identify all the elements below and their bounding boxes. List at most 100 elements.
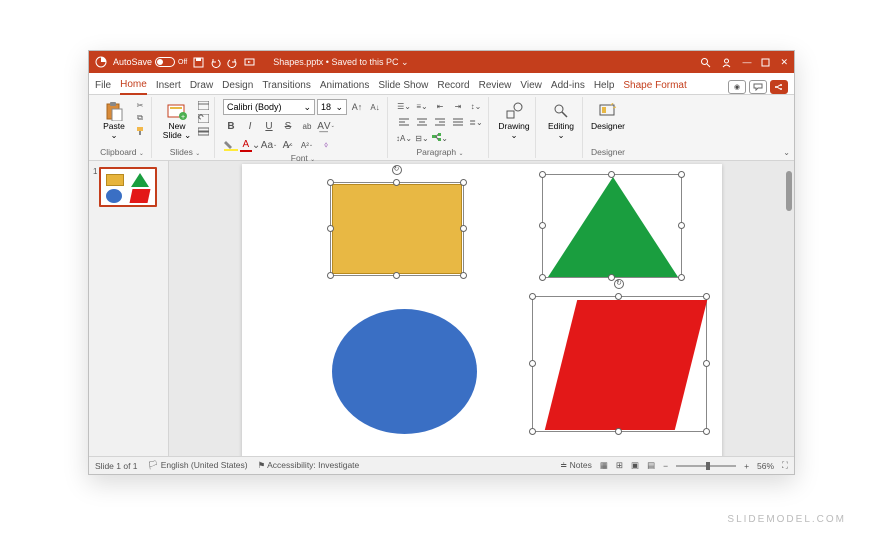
collapse-ribbon-icon[interactable]: ⌄ bbox=[783, 148, 790, 157]
slide[interactable] bbox=[242, 164, 722, 456]
selection-rectangle[interactable] bbox=[330, 182, 464, 276]
align-center-icon[interactable] bbox=[414, 115, 430, 129]
tab-animations[interactable]: Animations bbox=[320, 77, 369, 94]
selection-triangle[interactable] bbox=[542, 174, 682, 278]
resize-handle[interactable] bbox=[327, 225, 334, 232]
resize-handle[interactable] bbox=[460, 272, 467, 279]
tab-insert[interactable]: Insert bbox=[156, 77, 181, 94]
editing-button[interactable]: Editing⌄ bbox=[544, 99, 578, 141]
tab-slideshow[interactable]: Slide Show bbox=[378, 77, 428, 94]
save-icon[interactable] bbox=[193, 57, 204, 68]
resize-handle[interactable] bbox=[703, 360, 710, 367]
tab-shape-format[interactable]: Shape Format bbox=[623, 77, 686, 94]
resize-handle[interactable] bbox=[460, 225, 467, 232]
layout-icon[interactable] bbox=[196, 99, 210, 111]
grow-font-icon[interactable]: A↑ bbox=[349, 99, 365, 115]
designer-button[interactable]: Designer bbox=[591, 99, 625, 133]
notes-button[interactable]: ≐ Notes bbox=[560, 460, 592, 471]
resize-handle[interactable] bbox=[529, 293, 536, 300]
shape-triangle[interactable] bbox=[548, 177, 678, 277]
account-icon[interactable] bbox=[721, 57, 732, 68]
resize-handle[interactable] bbox=[539, 222, 546, 229]
resize-handle[interactable] bbox=[529, 428, 536, 435]
decrease-indent-icon[interactable]: ⇤ bbox=[432, 99, 448, 113]
highlight-icon[interactable] bbox=[223, 137, 239, 153]
copy-icon[interactable]: ⧉ bbox=[133, 112, 147, 124]
selection-parallelogram[interactable] bbox=[532, 296, 707, 432]
resize-handle[interactable] bbox=[327, 272, 334, 279]
slide-counter[interactable]: Slide 1 of 1 bbox=[95, 461, 138, 471]
tab-review[interactable]: Review bbox=[479, 77, 512, 94]
bold-icon[interactable]: B bbox=[223, 118, 239, 134]
paste-button[interactable]: Paste⌄ bbox=[97, 99, 131, 141]
zoom-out-icon[interactable]: − bbox=[663, 461, 668, 471]
drawing-button[interactable]: Drawing⌄ bbox=[497, 99, 531, 141]
tab-view[interactable]: View bbox=[520, 77, 542, 94]
accessibility-status[interactable]: ⚑ Accessibility: Investigate bbox=[258, 460, 360, 471]
resize-handle[interactable] bbox=[608, 274, 615, 281]
resize-handle[interactable] bbox=[539, 171, 546, 178]
resize-handle[interactable] bbox=[327, 179, 334, 186]
justify-icon[interactable] bbox=[450, 115, 466, 129]
tab-design[interactable]: Design bbox=[222, 77, 253, 94]
resize-handle[interactable] bbox=[539, 274, 546, 281]
reset-icon[interactable] bbox=[196, 112, 210, 124]
underline-icon[interactable]: U bbox=[261, 118, 277, 134]
smartart-icon[interactable]: ⌄ bbox=[432, 131, 448, 145]
slideshow-view-icon[interactable]: ▤ bbox=[647, 460, 655, 471]
resize-handle[interactable] bbox=[460, 179, 467, 186]
section-icon[interactable] bbox=[196, 125, 210, 137]
cut-icon[interactable]: ✂ bbox=[133, 99, 147, 111]
fit-to-window-icon[interactable]: ⛶ bbox=[782, 460, 788, 471]
clear-formatting-icon[interactable]: A̷⌄ bbox=[280, 137, 296, 153]
align-right-icon[interactable] bbox=[432, 115, 448, 129]
text-direction-icon[interactable]: ↕A⌄ bbox=[396, 131, 412, 145]
rotate-handle[interactable] bbox=[614, 279, 624, 289]
redo-icon[interactable] bbox=[227, 57, 238, 68]
font-name-combo[interactable]: Calibri (Body)⌄ bbox=[223, 99, 315, 115]
bullets-icon[interactable]: ☰⌄ bbox=[396, 99, 412, 113]
resize-handle[interactable] bbox=[703, 293, 710, 300]
font-size-combo[interactable]: 18⌄ bbox=[317, 99, 347, 115]
italic-icon[interactable]: I bbox=[242, 118, 258, 134]
resize-handle[interactable] bbox=[678, 222, 685, 229]
record-indicator-button[interactable]: ◉ bbox=[728, 80, 746, 94]
tab-record[interactable]: Record bbox=[437, 77, 469, 94]
format-painter-icon[interactable] bbox=[133, 125, 147, 137]
strikethrough-icon[interactable]: S bbox=[280, 118, 296, 134]
autosave-toggle[interactable]: AutoSave Off bbox=[113, 57, 187, 67]
character-spacing-icon[interactable]: A͟V⌄ bbox=[318, 118, 334, 134]
numbering-icon[interactable]: ≡⌄ bbox=[414, 99, 430, 113]
font-color-icon[interactable]: A⌄ bbox=[242, 137, 258, 153]
resize-handle[interactable] bbox=[615, 293, 622, 300]
shape-rectangle[interactable] bbox=[332, 184, 462, 274]
tab-help[interactable]: Help bbox=[594, 77, 615, 94]
tab-home[interactable]: Home bbox=[120, 76, 147, 95]
superscript-icon[interactable]: A²⌄ bbox=[299, 137, 315, 153]
shrink-font-icon[interactable]: A↓ bbox=[367, 99, 383, 115]
language-status[interactable]: 🏳 English (United States) bbox=[148, 460, 248, 471]
tab-file[interactable]: File bbox=[95, 77, 111, 94]
sorter-view-icon[interactable]: ⊞ bbox=[616, 460, 623, 471]
reading-view-icon[interactable]: ▣ bbox=[631, 460, 639, 471]
vertical-scrollbar[interactable] bbox=[786, 171, 792, 446]
maximize-icon[interactable] bbox=[761, 58, 770, 67]
tab-addins[interactable]: Add-ins bbox=[551, 77, 585, 94]
resize-handle[interactable] bbox=[393, 179, 400, 186]
tab-transitions[interactable]: Transitions bbox=[262, 77, 311, 94]
start-show-icon[interactable] bbox=[244, 57, 255, 68]
minimize-icon[interactable]: — bbox=[742, 57, 751, 67]
resize-handle[interactable] bbox=[529, 360, 536, 367]
align-left-icon[interactable] bbox=[396, 115, 412, 129]
normal-view-icon[interactable]: ▦ bbox=[600, 460, 608, 471]
search-icon[interactable] bbox=[700, 57, 711, 68]
columns-icon[interactable]: ≣⌄ bbox=[468, 115, 484, 129]
increase-indent-icon[interactable]: ⇥ bbox=[450, 99, 466, 113]
resize-handle[interactable] bbox=[678, 274, 685, 281]
resize-handle[interactable] bbox=[608, 171, 615, 178]
resize-handle[interactable] bbox=[703, 428, 710, 435]
tab-draw[interactable]: Draw bbox=[190, 77, 213, 94]
comments-button[interactable] bbox=[749, 80, 767, 94]
undo-icon[interactable] bbox=[210, 57, 221, 68]
shape-ellipse[interactable] bbox=[332, 309, 477, 434]
